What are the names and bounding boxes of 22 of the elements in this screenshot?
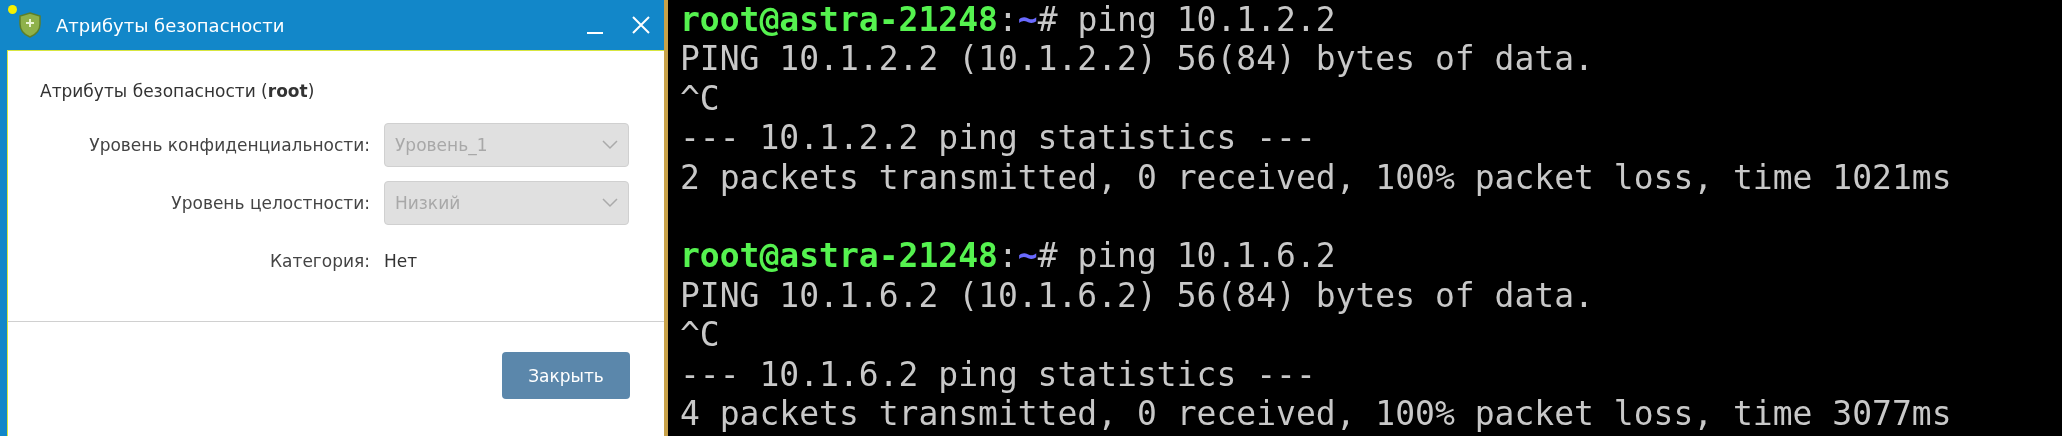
chevron-down-icon (602, 198, 618, 208)
field-value: Нет (384, 250, 419, 273)
terminal-line: ^C (680, 78, 721, 119)
chevron-down-icon (602, 140, 618, 150)
field-label: Уровень конфиденциальности: (88, 135, 370, 155)
terminal-line: root@astra-21248:~# ping 10.1.2.2 (680, 0, 1337, 40)
terminal-line: --- 10.1.6.2 ping statistics --- (680, 354, 1317, 395)
terminal-line: ^C (680, 315, 721, 355)
close-icon[interactable] (630, 14, 652, 36)
shield-icon (18, 12, 42, 38)
terminal-line: PING 10.1.6.2 (10.1.6.2) 56(84) bytes of data. (680, 275, 1595, 316)
status-dot-icon (8, 5, 17, 14)
terminal-line: 2 packets transmitted, 0 received, 100% packet loss, time 1021ms (680, 157, 1953, 198)
terminal-line: 4 packets transmitted, 0 received, 100% packet loss, time 3077ms (680, 394, 1953, 434)
field-label: Категория: (269, 251, 370, 271)
dialog-heading: Атрибуты безопасности (root) (40, 81, 316, 101)
terminal-line: --- 10.1.2.2 ping statistics --- (680, 118, 1317, 158)
terminal-line: root@astra-21248:~# ping 10.1.6.2 (680, 236, 1337, 276)
window-title: Атрибуты безопасности (56, 14, 285, 36)
close-button[interactable]: Закрыть (502, 352, 630, 399)
terminal-line: PING 10.1.2.2 (10.1.2.2) 56(84) bytes of data. (680, 39, 1595, 79)
field-label: Уровень целостности: (170, 193, 370, 213)
